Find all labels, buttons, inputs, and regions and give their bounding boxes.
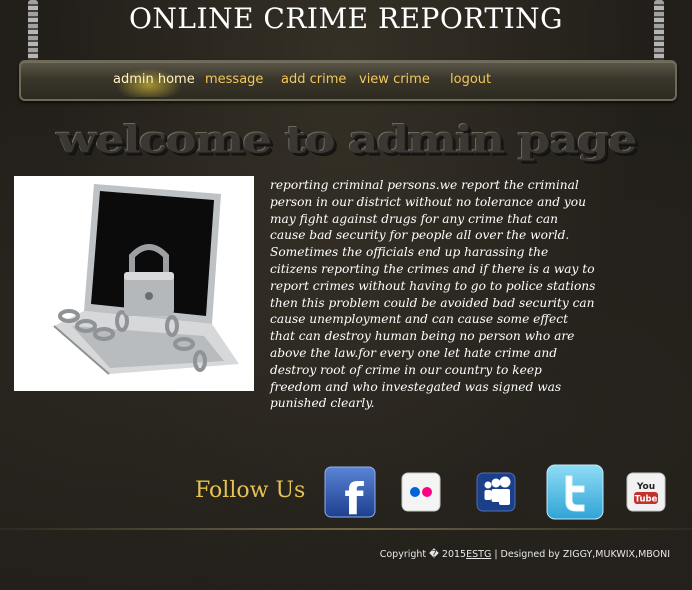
flickr-icon[interactable] [401, 472, 441, 514]
footer-designers: | Designed by ZIGGY,MUKWIX,MBONI [491, 549, 670, 560]
site-title: ONLINE CRIME REPORTING [128, 2, 564, 35]
facebook-icon[interactable]: f [324, 466, 376, 525]
svg-text:Tube: Tube [635, 495, 658, 505]
welcome-heading: welcome to admin page [56, 118, 637, 162]
youtube-icon[interactable]: You Tube [626, 472, 666, 514]
nav-message[interactable]: message [205, 72, 263, 87]
follow-us-label: Follow Us [195, 478, 306, 503]
nav-add-crime[interactable]: add crime [281, 72, 346, 87]
footer-prefix: Copyright � 2015 [379, 549, 467, 560]
nav-admin-home[interactable]: admin home [113, 72, 195, 87]
intro-paragraph: reporting criminal persons.we report the… [270, 178, 596, 411]
laptop-lock-image [14, 176, 254, 391]
twitter-icon[interactable] [546, 464, 604, 520]
nav-bar: admin home message add crime view crime … [19, 60, 677, 101]
svg-text:f: f [344, 474, 364, 518]
footer-copyright: Copyright � 2015ESTG | Designed by ZIGGY… [380, 549, 670, 560]
footer-estg-link[interactable]: ESTG [466, 549, 491, 560]
nav-view-crime[interactable]: view crime [359, 72, 430, 87]
footer-divider [0, 528, 692, 530]
svg-text:You: You [636, 482, 655, 492]
laptop-lock-illustration [53, 184, 239, 375]
nav-logout[interactable]: logout [450, 72, 491, 87]
myspace-icon[interactable] [476, 472, 516, 514]
